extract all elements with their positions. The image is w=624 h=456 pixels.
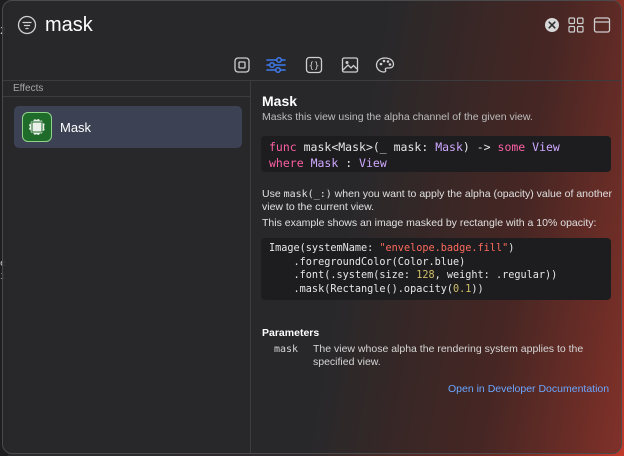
tab-media[interactable] [337,53,363,77]
sliders-icon [266,56,286,74]
filter-icon[interactable] [17,15,37,35]
code-text: .foregroundColor(Color.blue) [269,256,466,268]
photo-icon [341,57,359,73]
discussion-paragraph: Use mask(_:) when you want to apply the … [262,188,617,214]
tab-modifiers[interactable] [263,53,289,77]
sidebar-section-header: Effects [13,83,44,94]
open-documentation-link[interactable]: Open in Developer Documentation [448,383,609,395]
detail-panel-icon[interactable] [593,16,611,34]
code-type: Mask [310,156,339,170]
library-window: {} Effects [2,0,622,454]
palette-icon [375,57,395,73]
search-bar [3,1,621,49]
code-text: ) [508,243,515,254]
code-keyword: some [497,140,526,154]
code-text: Image(systemName: [269,243,380,254]
mask-modifier-icon [22,112,52,142]
parameter-description: The view whose alpha the rendering syste… [313,343,584,368]
sidebar-divider [3,96,251,97]
code-text: mask<Mask>(_ mask: [296,140,436,154]
declaration-code: func mask<Mask>(_ mask: Mask) -> some Vi… [261,136,611,172]
code-text: ) -> [462,140,498,154]
code-text: .mask(Rectangle().opacity( [269,283,454,295]
inline-code: mask(_:) [283,189,332,200]
code-type: Mask [435,140,463,154]
grid-view-icon[interactable] [568,17,584,33]
code-keyword: func [269,140,297,154]
code-type: View [532,140,560,154]
library-sidebar: Effects Mask [3,81,251,453]
code-text: , weight: .regular)) [434,270,558,281]
braces-icon: {} [305,56,323,74]
tab-views[interactable] [229,53,255,77]
code-string: "envelope.badge.fill" [379,243,509,254]
code-number: 0.1 [453,283,472,295]
detail-pane: Mask Masks this view using the alpha cha… [252,81,621,453]
example-code: Image(systemName: "envelope.badge.fill")… [261,238,611,300]
tab-colors[interactable] [372,53,398,77]
parameters-header: Parameters [262,327,320,339]
detail-subtitle: Masks this view using the alpha channel … [262,111,533,123]
square-icon [234,57,250,73]
code-text: )) [471,283,484,295]
example-intro-paragraph: This example shows an image masked by re… [262,217,597,229]
sidebar-item-label: Mask [60,120,92,135]
code-keyword: where [269,156,304,170]
code-text: .font(.system(size: [269,270,417,281]
parameter-name: mask [274,344,299,355]
search-input[interactable] [45,9,525,41]
detail-title: Mask [262,93,298,109]
tab-snippets[interactable]: {} [301,53,327,77]
clear-search-icon[interactable] [544,17,560,33]
code-type: View [359,156,387,170]
library-tab-bar: {} [3,49,621,81]
code-text: : [338,156,360,170]
paragraph-text: Use [262,188,284,200]
code-number: 128 [416,270,435,281]
sidebar-item-mask[interactable]: Mask [14,106,242,148]
svg-text:{}: {} [309,62,320,72]
